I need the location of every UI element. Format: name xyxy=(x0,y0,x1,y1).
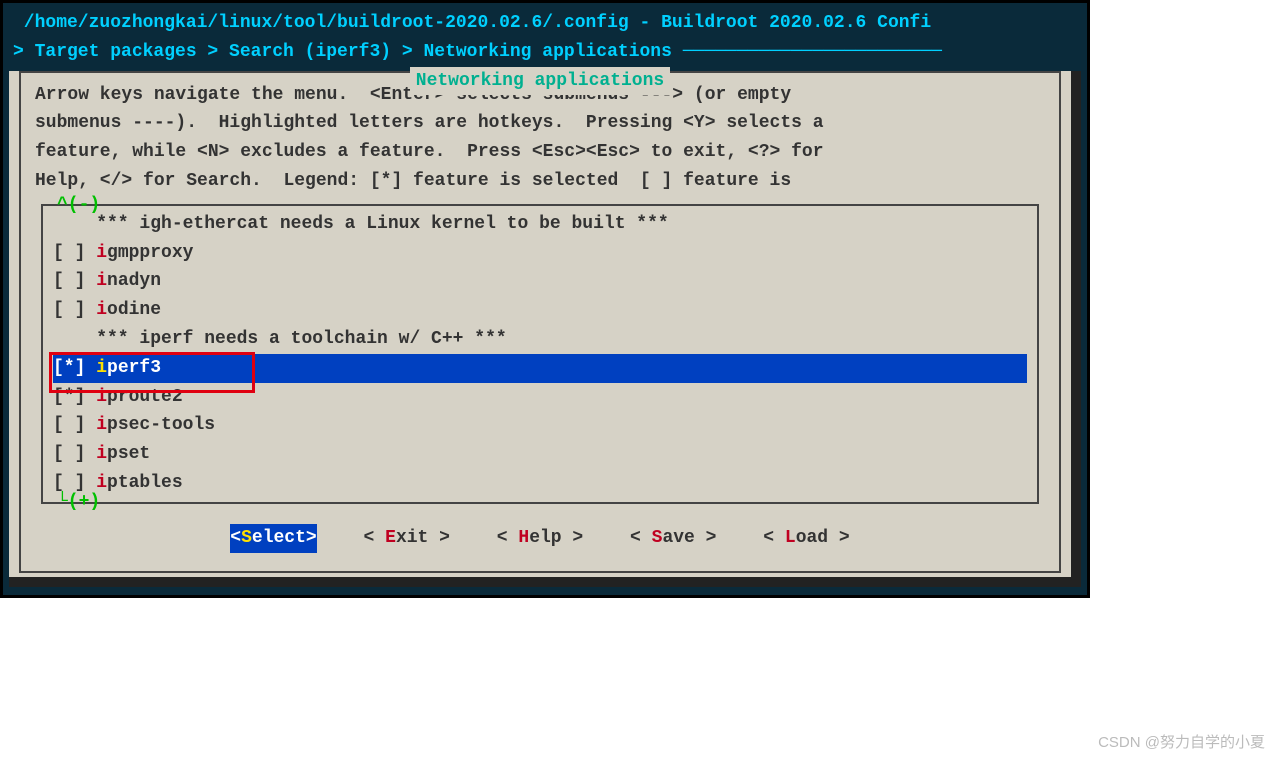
help-button[interactable]: < Help > xyxy=(497,524,583,553)
breadcrumb: > Target packages > Search (iperf3) > Ne… xyxy=(13,42,683,62)
list-item[interactable]: [ ] iodine xyxy=(53,296,1027,325)
menuconfig-dialog: Networking applications Arrow keys navig… xyxy=(9,71,1071,577)
save-button[interactable]: < Save > xyxy=(630,524,716,553)
config-path: /home/zuozhongkai/linux/tool/buildroot-2… xyxy=(13,13,931,33)
select-button[interactable]: <Select> xyxy=(230,524,316,553)
list-item[interactable]: [ ] ipsec-tools xyxy=(53,411,1027,440)
help-text: Arrow keys navigate the menu. <Enter> se… xyxy=(35,81,1045,196)
list-item[interactable]: [ ] igmpproxy xyxy=(53,239,1027,268)
title-bar: /home/zuozhongkai/linux/tool/buildroot-2… xyxy=(9,9,1081,67)
title-rule: ──────────────────────── xyxy=(683,42,942,62)
option-list[interactable]: ^(-) *** igh-ethercat needs a Linux kern… xyxy=(41,204,1039,504)
scroll-up-indicator: ^(-) xyxy=(57,191,100,220)
list-comment: *** igh-ethercat needs a Linux kernel to… xyxy=(53,210,1027,239)
list-item[interactable]: [ ] iptables xyxy=(53,469,1027,498)
list-comment: *** iperf needs a toolchain w/ C++ *** xyxy=(53,325,1027,354)
list-item[interactable]: [*] iperf3 xyxy=(53,354,1027,383)
dialog-title: Networking applications xyxy=(410,67,670,96)
load-button[interactable]: < Load > xyxy=(763,524,849,553)
terminal-window: /home/zuozhongkai/linux/tool/buildroot-2… xyxy=(0,0,1090,598)
watermark: CSDN @努力自学的小夏 xyxy=(1098,731,1265,755)
list-item[interactable]: [ ] ipset xyxy=(53,440,1027,469)
list-item[interactable]: [ ] inadyn xyxy=(53,267,1027,296)
list-item[interactable]: [*] iproute2 xyxy=(53,383,1027,412)
scroll-down-indicator: └(+) xyxy=(57,488,100,517)
exit-button[interactable]: < Exit > xyxy=(364,524,450,553)
button-bar: <Select> < Exit > < Help > < Save > < Lo… xyxy=(35,510,1045,557)
